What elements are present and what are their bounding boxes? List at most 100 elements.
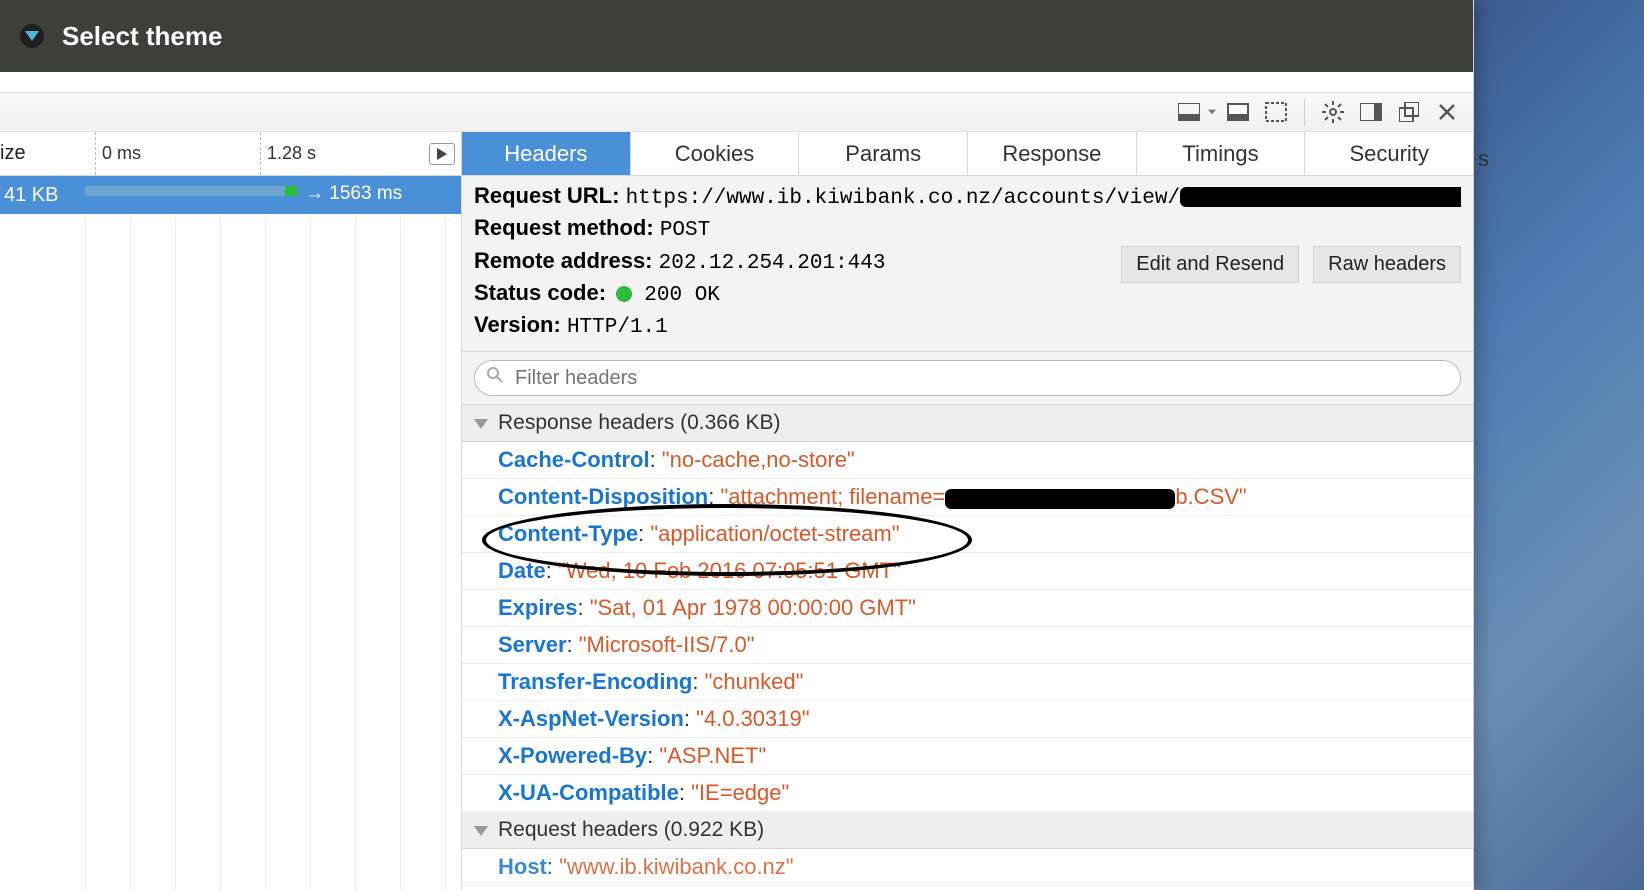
tab-cookies[interactable]: Cookies bbox=[631, 132, 800, 175]
version-value: HTTP/1.1 bbox=[567, 316, 668, 339]
header-row: Content-Disposition: "attachment; filena… bbox=[462, 479, 1473, 516]
filter-headers-wrap bbox=[462, 352, 1473, 405]
disclosure-triangle-icon bbox=[474, 818, 488, 842]
raw-headers-button[interactable]: Raw headers bbox=[1313, 246, 1461, 283]
duration-label: → 1563 ms bbox=[305, 183, 402, 205]
search-icon bbox=[486, 366, 504, 390]
close-icon[interactable] bbox=[1431, 96, 1463, 128]
redacted-filename bbox=[945, 489, 1175, 509]
header-value: "IE=edge" bbox=[691, 780, 789, 805]
details-tabs: Headers Cookies Params Response Timings … bbox=[462, 132, 1473, 176]
tab-timings[interactable]: Timings bbox=[1137, 132, 1306, 175]
header-name: Transfer-Encoding bbox=[498, 669, 692, 694]
waterfall-bar: → 1563 ms bbox=[85, 176, 461, 214]
status-code-key: Status code: bbox=[474, 280, 606, 305]
header-value: "4.0.30319" bbox=[696, 706, 810, 731]
header-row: Cache-Control: "no-cache,no-store" bbox=[462, 442, 1473, 479]
play-button[interactable] bbox=[429, 143, 455, 165]
tab-headers[interactable]: Headers bbox=[462, 132, 631, 175]
empty-request-grid bbox=[0, 214, 461, 890]
waterfall-scale: 0 ms 1.28 s bbox=[85, 132, 461, 175]
header-row: X-AspNet-Version: "4.0.30319" bbox=[462, 701, 1473, 738]
size-cell: 41 KB bbox=[0, 184, 85, 207]
header-row: Transfer-Encoding: "chunked" bbox=[462, 664, 1473, 701]
responsive-mode-icon[interactable] bbox=[1260, 96, 1292, 128]
edit-resend-button[interactable]: Edit and Resend bbox=[1121, 246, 1299, 283]
header-name: Cache-Control bbox=[498, 447, 650, 472]
request-headers-list: Host: "www.ib.kiwibank.co.nz" bbox=[462, 849, 1473, 886]
tick-0: 0 ms bbox=[95, 132, 141, 175]
selected-request-row[interactable]: 41 KB → 1563 ms bbox=[0, 176, 461, 214]
header-value-post: b.CSV" bbox=[1175, 484, 1246, 509]
request-summary: Request URL: https://www.ib.kiwibank.co.… bbox=[462, 176, 1473, 352]
header-value: "Sat, 01 Apr 1978 00:00:00 GMT" bbox=[590, 595, 916, 620]
header-value: "Microsoft-IIS/7.0" bbox=[579, 632, 755, 657]
caret-down-icon bbox=[1208, 108, 1216, 116]
tab-response[interactable]: Response bbox=[968, 132, 1137, 175]
dropdown-toggle-icon[interactable] bbox=[20, 24, 44, 48]
request-url-row: Request URL: https://www.ib.kiwibank.co.… bbox=[474, 182, 1461, 212]
request-headers-label: Request headers (0.922 KB) bbox=[498, 818, 764, 842]
spacer bbox=[0, 72, 1473, 92]
dock-mode-dropdown[interactable] bbox=[1173, 96, 1216, 128]
page-banner: Select theme bbox=[0, 0, 1473, 72]
status-code-value: 200 OK bbox=[644, 284, 720, 307]
wait-segment bbox=[85, 186, 285, 196]
header-name: X-Powered-By bbox=[498, 743, 647, 768]
header-row: X-UA-Compatible: "IE=edge" bbox=[462, 775, 1473, 812]
version-key: Version: bbox=[474, 312, 561, 337]
disclosure-triangle-icon bbox=[474, 411, 488, 435]
request-method-key: Request method: bbox=[474, 215, 654, 240]
header-name: Expires bbox=[498, 595, 578, 620]
network-panel: ize 0 ms 1.28 s 41 KB → 1563 ms bbox=[0, 132, 1473, 890]
tab-security[interactable]: Security bbox=[1305, 132, 1473, 175]
receive-segment bbox=[285, 186, 297, 196]
response-headers-label: Response headers (0.366 KB) bbox=[498, 411, 781, 435]
filter-headers-input[interactable] bbox=[474, 360, 1461, 396]
response-headers-list: Cache-Control: "no-cache,no-store" Conte… bbox=[462, 442, 1473, 812]
header-row: Content-Type: "application/octet-stream" bbox=[462, 516, 1473, 553]
header-value: "no-cache,no-store" bbox=[662, 447, 855, 472]
desktop-background bbox=[1474, 0, 1644, 890]
request-method-value: POST bbox=[660, 219, 710, 242]
header-name: Date bbox=[498, 558, 546, 583]
redacted-url-segment bbox=[1180, 187, 1461, 207]
size-column-header[interactable]: ize bbox=[0, 142, 85, 165]
summary-buttons: Edit and Resend Raw headers bbox=[1121, 246, 1461, 283]
browser-devtools-window: Select theme i bbox=[0, 0, 1473, 890]
panel-layout-icon bbox=[1173, 96, 1205, 128]
response-headers-section[interactable]: Response headers (0.366 KB) bbox=[462, 405, 1473, 442]
dock-side-icon[interactable] bbox=[1355, 96, 1387, 128]
settings-icon[interactable] bbox=[1317, 96, 1349, 128]
offscreen-letter: s bbox=[1478, 146, 1489, 172]
request-url-key: Request URL: bbox=[474, 183, 619, 208]
status-code-row: Status code: 200 OK bbox=[474, 279, 1461, 309]
banner-label: Select theme bbox=[62, 21, 222, 52]
header-value: "ASP.NET" bbox=[659, 743, 766, 768]
devtools-toolbar bbox=[0, 92, 1473, 132]
tab-params[interactable]: Params bbox=[799, 132, 968, 175]
header-name: X-AspNet-Version bbox=[498, 706, 684, 731]
header-value: "www.ib.kiwibank.co.nz" bbox=[559, 854, 793, 879]
header-name: X-UA-Compatible bbox=[498, 780, 679, 805]
header-value: "application/octet-stream" bbox=[650, 521, 899, 546]
request-list-column: ize 0 ms 1.28 s 41 KB → 1563 ms bbox=[0, 132, 462, 890]
header-row: Date: "Wed, 10 Feb 2016 07:05:51 GMT" bbox=[462, 553, 1473, 590]
header-name: Content-Disposition bbox=[498, 484, 708, 509]
header-row: X-Powered-By: "ASP.NET" bbox=[462, 738, 1473, 775]
console-toggle-icon[interactable] bbox=[1222, 96, 1254, 128]
popout-icon[interactable] bbox=[1393, 96, 1425, 128]
header-row: Expires: "Sat, 01 Apr 1978 00:00:00 GMT" bbox=[462, 590, 1473, 627]
remote-address-key: Remote address: bbox=[474, 248, 653, 273]
request-url-value: https://www.ib.kiwibank.co.nz/accounts/v… bbox=[626, 187, 1181, 210]
request-method-row: Request method: POST bbox=[474, 214, 1461, 244]
header-value: "Wed, 10 Feb 2016 07:05:51 GMT" bbox=[558, 558, 901, 583]
waterfall-header: ize 0 ms 1.28 s bbox=[0, 132, 461, 176]
version-row: Version: HTTP/1.1 bbox=[474, 311, 1461, 341]
header-name: Content-Type bbox=[498, 521, 638, 546]
details-column: Headers Cookies Params Response Timings … bbox=[462, 132, 1473, 890]
header-name: Host bbox=[498, 854, 547, 879]
request-headers-section[interactable]: Request headers (0.922 KB) bbox=[462, 812, 1473, 849]
tick-1: 1.28 s bbox=[260, 132, 316, 175]
header-row: Server: "Microsoft-IIS/7.0" bbox=[462, 627, 1473, 664]
